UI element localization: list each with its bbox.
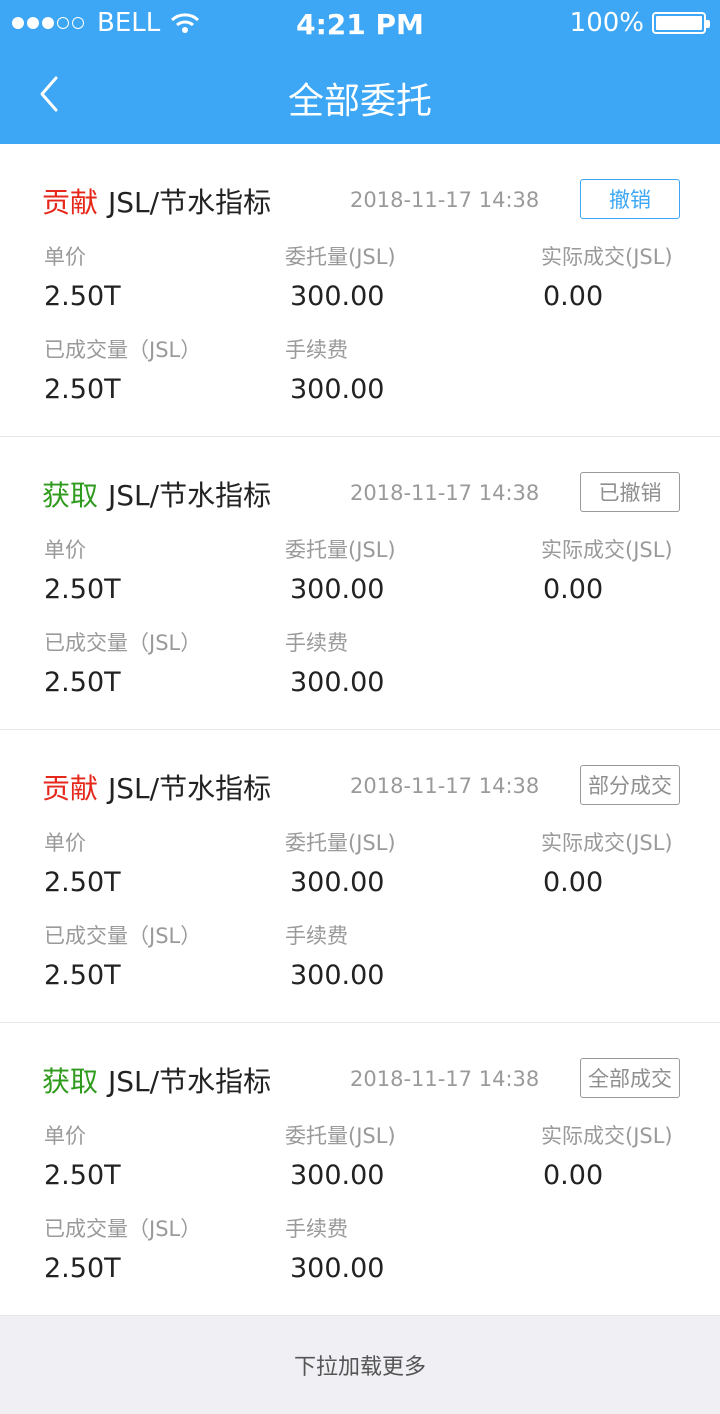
- order-header: 贡献 JSL/节水指标: [42, 181, 271, 221]
- fee-value: 300.00: [290, 1253, 385, 1284]
- filled-qty-value: 2.50T: [44, 374, 121, 405]
- order-qty-value: 300.00: [290, 867, 385, 898]
- fee-label: 手续费: [285, 1217, 348, 1241]
- actual-deal-label: 实际成交(JSL): [541, 1124, 673, 1148]
- status-badge: 已撤销: [580, 472, 680, 512]
- trading-pair: JSL/节水指标: [108, 1065, 272, 1098]
- order-qty-label: 委托量(JSL): [285, 1124, 396, 1148]
- fee-label: 手续费: [285, 631, 348, 655]
- filled-qty-label: 已成交量（JSL）: [44, 631, 202, 655]
- order-qty-value: 300.00: [290, 1160, 385, 1191]
- battery-icon: [652, 12, 710, 34]
- order-time: 2018-11-17 14:38: [350, 481, 540, 505]
- order-qty-value: 300.00: [290, 281, 385, 312]
- status-bar: BELL 4:21 PM 100%: [0, 0, 720, 46]
- fee-value: 300.00: [290, 667, 385, 698]
- fee-label: 手续费: [285, 924, 348, 948]
- order-type: 获取: [42, 1065, 99, 1098]
- order-time: 2018-11-17 14:38: [350, 774, 540, 798]
- fee-label: 手续费: [285, 338, 348, 362]
- order-qty-label: 委托量(JSL): [285, 831, 396, 855]
- trading-pair: JSL/节水指标: [108, 772, 272, 805]
- order-card: 获取 JSL/节水指标 2018-11-17 14:38 全部成交 单价 委托量…: [0, 1023, 720, 1316]
- filled-qty-value: 2.50T: [44, 667, 121, 698]
- order-list: 贡献 JSL/节水指标 2018-11-17 14:38 撤销 单价 委托量(J…: [0, 144, 720, 1316]
- battery-percentage: 100%: [569, 8, 644, 38]
- order-header: 贡献 JSL/节水指标: [42, 767, 271, 807]
- actual-deal-label: 实际成交(JSL): [541, 245, 673, 269]
- actual-deal-label: 实际成交(JSL): [541, 538, 673, 562]
- filled-qty-value: 2.50T: [44, 960, 121, 991]
- order-type: 获取: [42, 479, 99, 512]
- page-title: 全部委托: [287, 81, 432, 122]
- actual-deal-value: 0.00: [543, 1160, 604, 1191]
- price-value: 2.50T: [44, 281, 121, 312]
- status-bar-right: 100%: [569, 8, 710, 38]
- trading-pair: JSL/节水指标: [108, 186, 272, 219]
- order-type: 贡献: [42, 186, 99, 219]
- order-header: 获取 JSL/节水指标: [42, 1060, 271, 1100]
- fee-value: 300.00: [290, 960, 385, 991]
- load-more-hint: 下拉加载更多: [0, 1316, 720, 1414]
- order-time: 2018-11-17 14:38: [350, 188, 540, 212]
- actual-deal-value: 0.00: [543, 574, 604, 605]
- fee-value: 300.00: [290, 374, 385, 405]
- actual-deal-value: 0.00: [543, 281, 604, 312]
- status-badge: 全部成交: [580, 1058, 680, 1098]
- order-card: 贡献 JSL/节水指标 2018-11-17 14:38 撤销 单价 委托量(J…: [0, 144, 720, 437]
- price-value: 2.50T: [44, 867, 121, 898]
- actual-deal-value: 0.00: [543, 867, 604, 898]
- filled-qty-label: 已成交量（JSL）: [44, 924, 202, 948]
- order-time: 2018-11-17 14:38: [350, 1067, 540, 1091]
- actual-deal-label: 实际成交(JSL): [541, 831, 673, 855]
- price-label: 单价: [44, 831, 86, 855]
- order-header: 获取 JSL/节水指标: [42, 474, 271, 514]
- order-qty-label: 委托量(JSL): [285, 538, 396, 562]
- status-badge: 部分成交: [580, 765, 680, 805]
- price-value: 2.50T: [44, 1160, 121, 1191]
- cancel-button[interactable]: 撤销: [580, 179, 680, 219]
- header: BELL 4:21 PM 100% 全部委托: [0, 0, 720, 144]
- price-label: 单价: [44, 1124, 86, 1148]
- order-qty-label: 委托量(JSL): [285, 245, 396, 269]
- order-card: 贡献 JSL/节水指标 2018-11-17 14:38 部分成交 单价 委托量…: [0, 730, 720, 1023]
- order-type: 贡献: [42, 772, 99, 805]
- price-value: 2.50T: [44, 574, 121, 605]
- price-label: 单价: [44, 538, 86, 562]
- nav-bar: 全部委托: [0, 46, 720, 144]
- filled-qty-value: 2.50T: [44, 1253, 121, 1284]
- filled-qty-label: 已成交量（JSL）: [44, 1217, 202, 1241]
- price-label: 单价: [44, 245, 86, 269]
- filled-qty-label: 已成交量（JSL）: [44, 338, 202, 362]
- order-qty-value: 300.00: [290, 574, 385, 605]
- order-card: 获取 JSL/节水指标 2018-11-17 14:38 已撤销 单价 委托量(…: [0, 437, 720, 730]
- trading-pair: JSL/节水指标: [108, 479, 272, 512]
